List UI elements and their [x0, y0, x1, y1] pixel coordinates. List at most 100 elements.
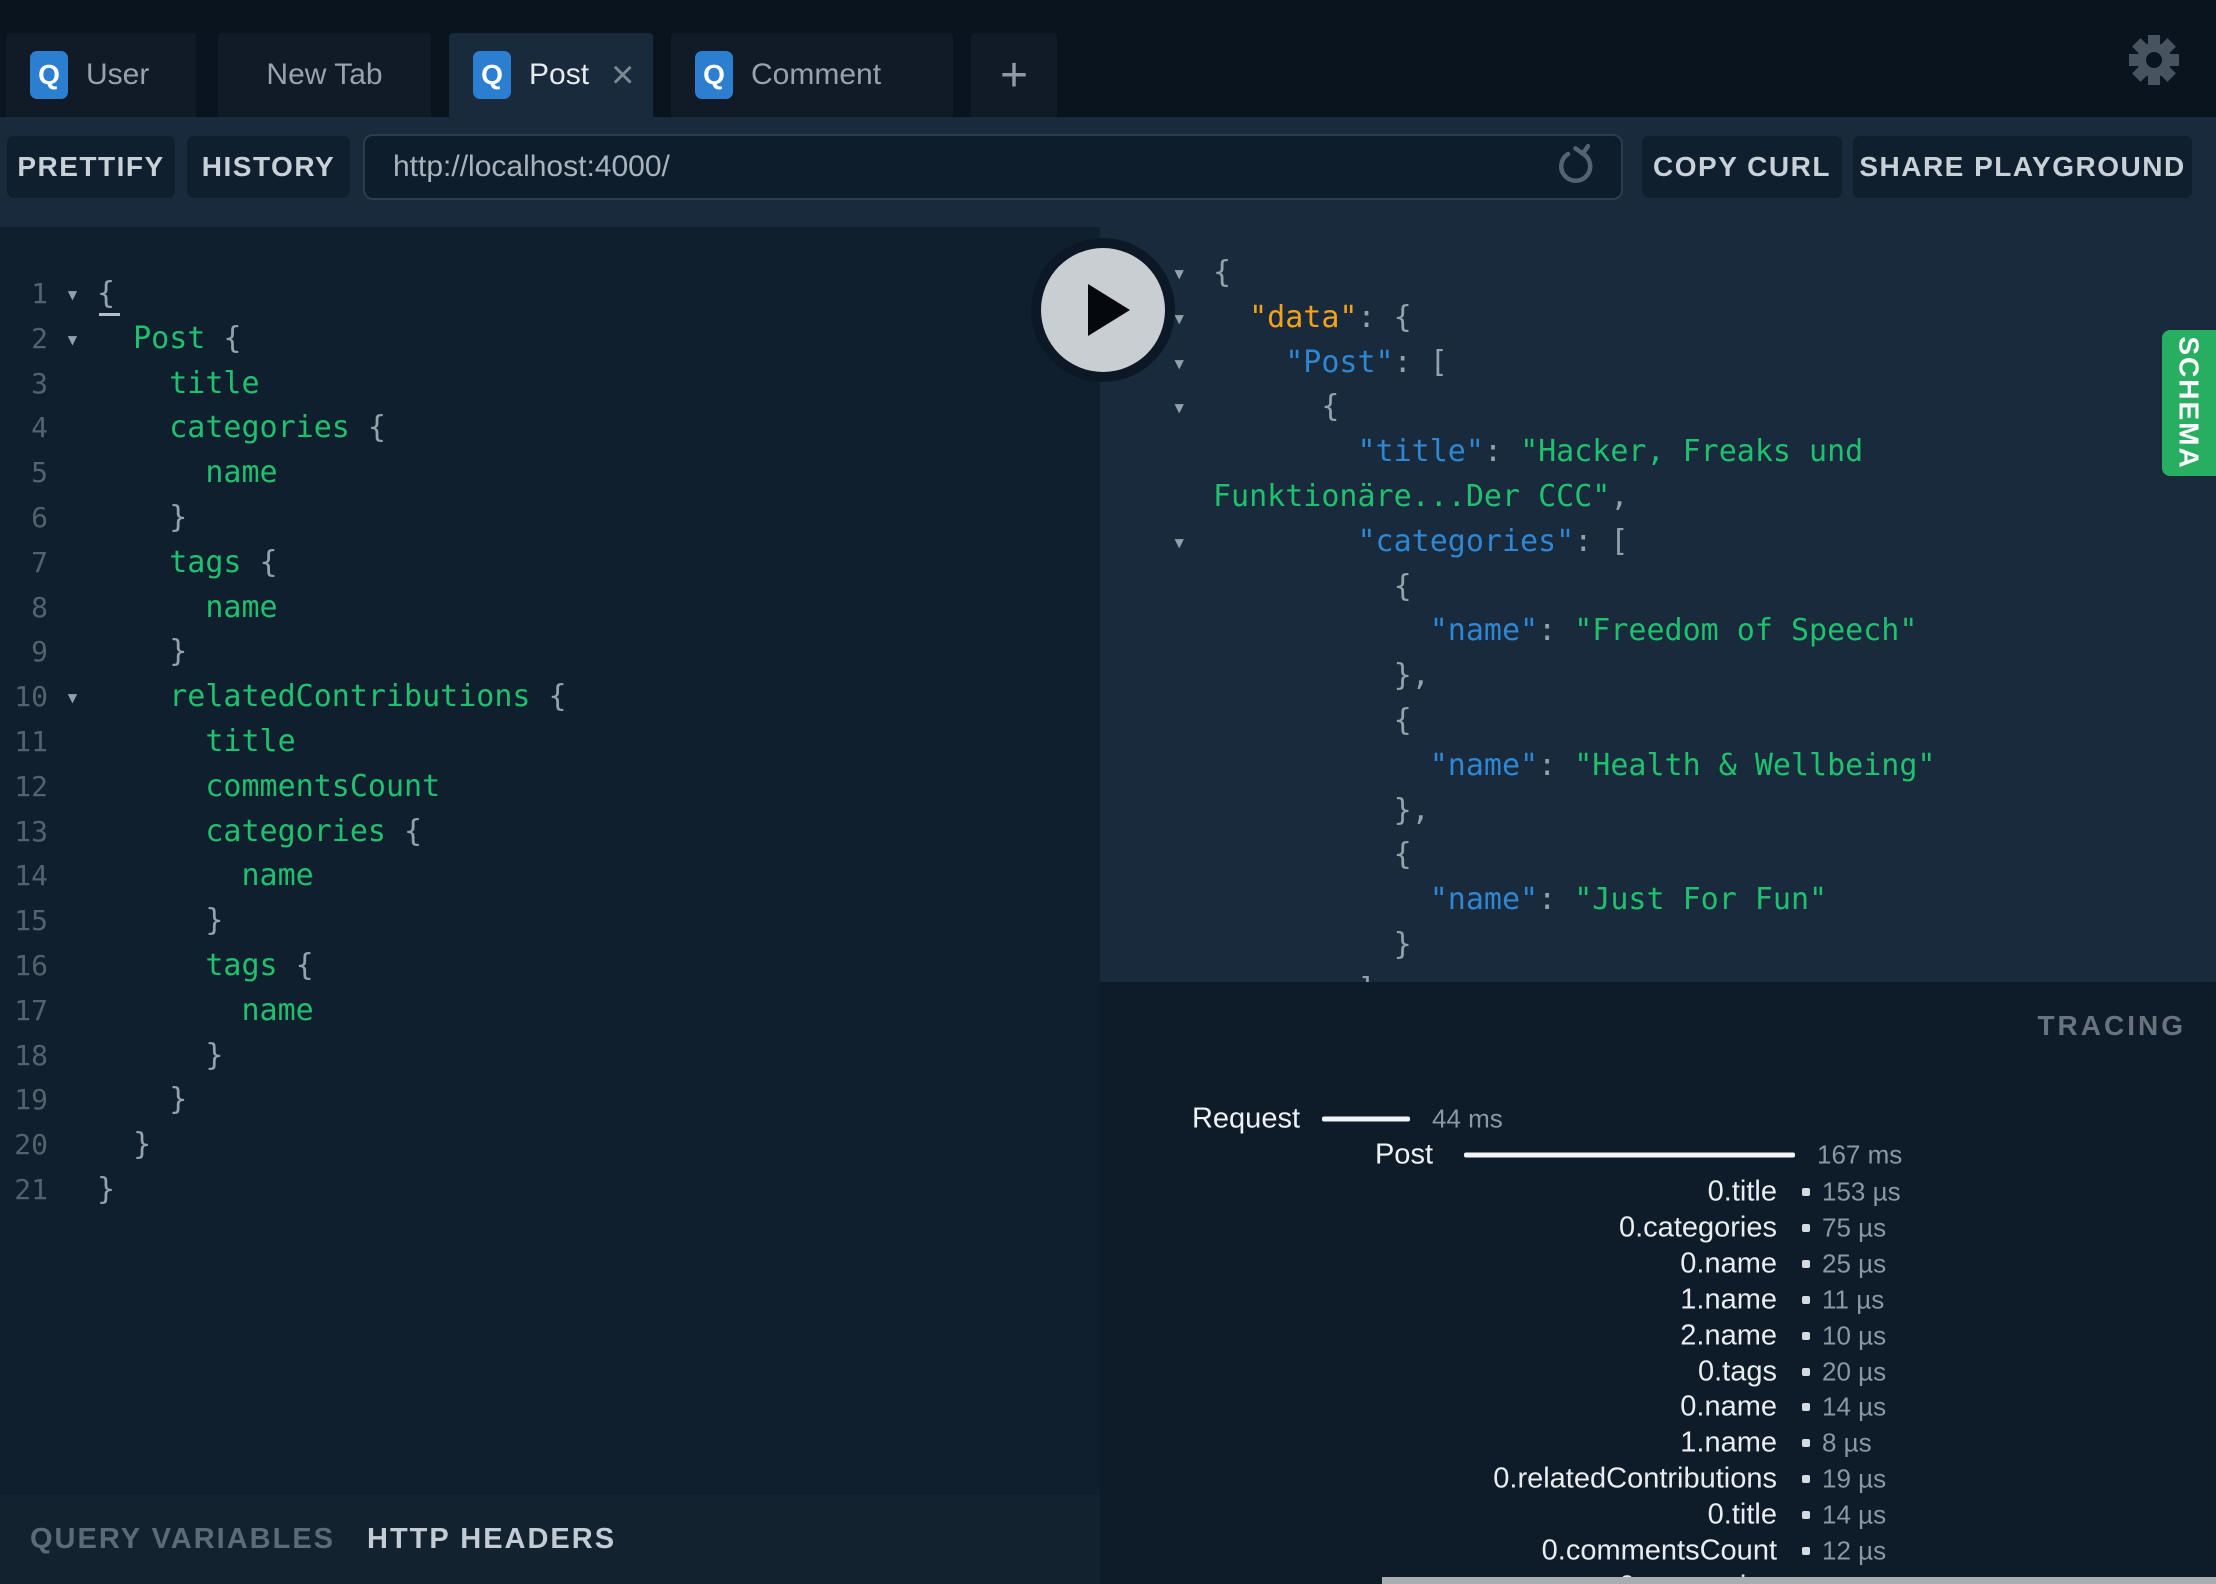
code-segment: : [ [1574, 523, 1629, 559]
code-text: { [1213, 699, 1412, 744]
prettify-button[interactable]: PRETTIFY [7, 136, 175, 198]
code-segment: commentsCount [205, 768, 441, 804]
collapse-gutter [1100, 430, 1213, 475]
query-editor-pane[interactable]: 1 ▾{2 ▾ Post {3 title 4 categories {5 name 6… [0, 227, 1100, 1495]
collapse-gutter [1100, 565, 1213, 610]
fold-arrow-icon[interactable]: ▾ [48, 272, 97, 317]
trace-duration-bar [1464, 1152, 1795, 1158]
trace-dot [1802, 1475, 1810, 1484]
editor-line: 21} [0, 1168, 1100, 1213]
trace-dot [1802, 1259, 1810, 1268]
response-line: } [1100, 923, 2216, 968]
trace-field-label: 0.title [1707, 1175, 1777, 1208]
plus-icon: + [999, 48, 1029, 102]
code-segment: "Just For Fun" [1574, 882, 1828, 918]
code-segment: "name" [1429, 747, 1539, 783]
editor-line: 8 name [0, 586, 1100, 631]
editor-line: 14 name [0, 854, 1100, 899]
line-number: 1 [31, 277, 48, 310]
line-number: 11 [14, 724, 48, 758]
line-number: 10 [14, 680, 48, 714]
code-segment: }, [1213, 658, 1430, 694]
trace-dot [1802, 1331, 1810, 1340]
trace-field-value: 12 µs [1822, 1535, 1887, 1566]
code-segment: "Post" [1285, 344, 1394, 380]
close-tab-icon[interactable]: × [611, 55, 634, 95]
editor-line: 7 tags { [0, 541, 1100, 586]
code-text: commentsCount [97, 765, 440, 810]
response-line: "name": "Freedom of Speech" [1100, 609, 2216, 654]
tab-label: User [86, 58, 150, 91]
code-text: }, [1213, 654, 1430, 699]
trace-field-label: 0.name [1680, 1247, 1777, 1280]
collapse-gutter [1100, 833, 1213, 878]
tab-user[interactable]: Q User [6, 33, 196, 117]
horizontal-scrollbar[interactable] [1382, 1577, 2216, 1584]
trace-field-label: 2.name [1680, 1319, 1777, 1352]
code-segment: tags [169, 544, 242, 580]
share-playground-button[interactable]: SHARE PLAYGROUND [1853, 136, 2192, 198]
query-badge: Q [473, 51, 511, 99]
editor-line: 17 name [0, 989, 1100, 1034]
code-text: name [97, 989, 314, 1034]
code-text: title [97, 720, 295, 765]
fold-gutter [48, 1078, 97, 1123]
tab-comment[interactable]: Q Comment [671, 33, 953, 117]
fold-arrow-icon[interactable]: ▾ [48, 675, 97, 720]
line-number: 12 [14, 769, 48, 803]
copy-curl-button[interactable]: COPY CURL [1642, 136, 1842, 198]
response-line: ▾ "categories": [ [1100, 520, 2216, 565]
fold-gutter [48, 765, 97, 810]
editor-line: 10 ▾ relatedContributions { [0, 675, 1100, 720]
schema-side-tab[interactable]: SCHEMA [2162, 330, 2216, 476]
code-text: "name": "Just For Fun" [1213, 878, 1827, 923]
response-line: }, [1100, 789, 2216, 834]
code-segment: } [97, 499, 188, 535]
fold-arrow-icon[interactable]: ▾ [48, 317, 97, 362]
response-line: Funktionäre...Der CCC", [1100, 475, 2216, 520]
code-segment: , [1610, 478, 1629, 514]
trace-dot [1802, 1188, 1810, 1196]
code-text: Post { [97, 317, 241, 362]
trace-field-label: 0.commentsCount [1541, 1534, 1777, 1567]
editor-line: 11 title [0, 720, 1100, 765]
editor-line: 4 categories { [0, 406, 1100, 451]
tab-new-tab[interactable]: New Tab [218, 33, 431, 117]
endpoint-url-input[interactable] [393, 150, 1551, 184]
editor-line: 19 } [0, 1078, 1100, 1123]
line-number: 13 [14, 814, 48, 848]
code-segment: } [97, 1127, 152, 1163]
history-button[interactable]: HISTORY [187, 136, 350, 198]
http-headers-tab[interactable]: HTTP HEADERS [367, 1523, 616, 1556]
line-number: 18 [14, 1038, 48, 1072]
add-tab-button[interactable]: + [971, 33, 1057, 117]
execute-query-button[interactable] [1031, 238, 1175, 382]
code-segment: { [1213, 837, 1412, 873]
code-segment: title [169, 365, 260, 401]
settings-gear-icon[interactable] [2128, 34, 2180, 86]
fold-gutter [48, 362, 97, 407]
code-segment: categories [169, 410, 350, 446]
reload-icon[interactable] [1551, 144, 1597, 190]
collapse-arrow-icon[interactable]: ▾ [1100, 520, 1213, 565]
trace-field-value: 75 µs [1822, 1212, 1887, 1243]
code-text: "name": "Freedom of Speech" [1213, 609, 1918, 654]
code-text: name [97, 586, 277, 631]
collapse-arrow-icon[interactable]: ▾ [1100, 385, 1213, 430]
tab-post[interactable]: Q Post × [449, 33, 653, 117]
fold-gutter [48, 451, 97, 496]
editor-line: 12 commentsCount [0, 765, 1100, 810]
trace-dot [1802, 1223, 1810, 1232]
query-variables-tab[interactable]: QUERY VARIABLES [30, 1523, 335, 1556]
trace-field-value: 11 µs [1822, 1284, 1885, 1315]
line-number: 4 [31, 411, 48, 445]
